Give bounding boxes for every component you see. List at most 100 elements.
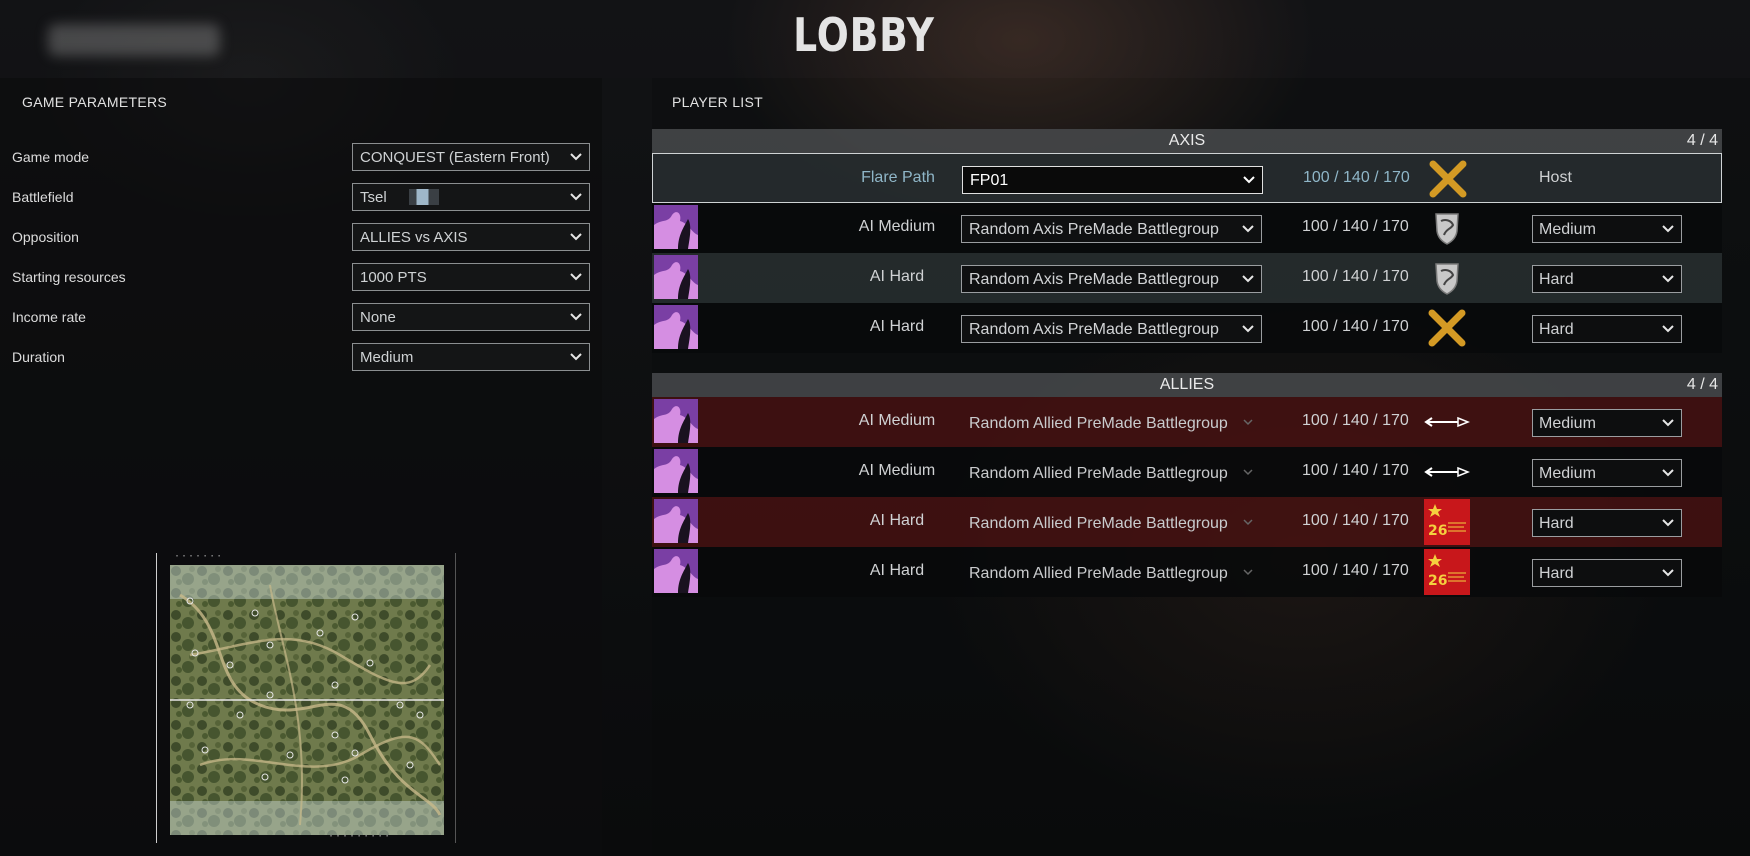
select-value: 1000 PTS <box>360 269 427 286</box>
resource-values: 100 / 140 / 170 <box>1302 268 1409 285</box>
select-value: Medium <box>1539 221 1596 238</box>
select-value: Random Axis PreMade Battlegroup <box>969 221 1219 238</box>
crossed-swords-icon <box>1428 309 1466 347</box>
select-value: Random Allied PreMade Battlegroup <box>969 465 1228 482</box>
game-mode-select[interactable]: CONQUEST (Eastern Front) <box>352 143 590 171</box>
battlegroup-select[interactable]: Random Allied PreMade Battlegroup <box>961 409 1262 437</box>
chevron-down-icon <box>1662 325 1674 333</box>
battlefield-map-image <box>170 565 444 835</box>
param-income-rate: Income rate None <box>0 303 602 333</box>
arrow-emblem-icon <box>1424 466 1470 478</box>
player-row[interactable]: AI Hard Random Axis PreMade Battlegroup … <box>652 303 1722 353</box>
difficulty-select[interactable]: Medium <box>1532 409 1682 437</box>
red-star-banner-icon: 26 <box>1424 499 1470 545</box>
battlegroup-select[interactable]: Random Axis PreMade Battlegroup <box>961 265 1262 293</box>
param-opposition: Opposition ALLIES vs AXIS <box>0 223 602 253</box>
avatar <box>654 499 698 543</box>
param-label: Starting resources <box>12 269 126 285</box>
resource-values: 100 / 140 / 170 <box>1303 169 1410 186</box>
host-label: Host <box>1539 169 1572 186</box>
chevron-down-icon <box>1662 569 1674 577</box>
difficulty-select[interactable]: Medium <box>1532 215 1682 243</box>
param-battlefield: Battlefield Tsel <box>0 183 602 213</box>
param-label: Income rate <box>12 309 86 325</box>
battlegroup-select[interactable]: FP01 <box>962 166 1263 194</box>
difficulty-select[interactable]: Medium <box>1532 459 1682 487</box>
difficulty-select[interactable]: Hard <box>1532 315 1682 343</box>
shield-emblem-icon <box>1435 213 1459 245</box>
param-label: Battlefield <box>12 189 74 205</box>
resource-values: 100 / 140 / 170 <box>1302 218 1409 235</box>
arrow-emblem-icon <box>1424 416 1470 428</box>
duration-select[interactable]: Medium <box>352 343 590 371</box>
select-value: Medium <box>1539 415 1596 432</box>
team-name: ALLIES <box>1159 376 1215 393</box>
chevron-down-icon <box>570 313 582 321</box>
difficulty-select[interactable]: Hard <box>1532 509 1682 537</box>
svg-text:26: 26 <box>1428 523 1447 539</box>
avatar <box>654 449 698 493</box>
battlegroup-select[interactable]: Random Axis PreMade Battlegroup <box>961 215 1262 243</box>
select-value: Hard <box>1539 321 1574 338</box>
player-row[interactable]: AI Medium Random Allied PreMade Battlegr… <box>652 397 1722 447</box>
chevron-down-icon <box>570 153 582 161</box>
avatar <box>654 549 698 593</box>
difficulty-select[interactable]: Hard <box>1532 265 1682 293</box>
select-value: CONQUEST (Eastern Front) <box>360 149 550 166</box>
income-rate-select[interactable]: None <box>352 303 590 331</box>
team-name: AXIS <box>1168 132 1206 149</box>
avatar <box>654 305 698 349</box>
select-value: FP01 <box>970 172 1009 189</box>
resource-values: 100 / 140 / 170 <box>1302 562 1409 579</box>
param-duration: Duration Medium <box>0 343 602 373</box>
map-frame-line <box>156 553 157 843</box>
player-row[interactable]: AI Medium Random Axis PreMade Battlegrou… <box>652 203 1722 253</box>
player-row[interactable]: Flare Path FP01 100 / 140 / 170 Host <box>652 153 1722 203</box>
param-label: Game mode <box>12 149 90 165</box>
team-header-axis: AXIS 4 / 4 <box>652 129 1722 153</box>
chevron-down-icon <box>1242 225 1254 233</box>
chevron-down-icon <box>570 193 582 201</box>
battlegroup-select[interactable]: Random Axis PreMade Battlegroup <box>961 315 1262 343</box>
battlegroup-select[interactable]: Random Allied PreMade Battlegroup <box>961 559 1262 587</box>
chevron-down-icon <box>1662 519 1674 527</box>
select-value: Random Allied PreMade Battlegroup <box>969 565 1228 582</box>
chevron-down-icon <box>1662 225 1674 233</box>
player-row[interactable]: AI Hard Random Axis PreMade Battlegroup … <box>652 253 1722 303</box>
select-value: Random Axis PreMade Battlegroup <box>969 271 1219 288</box>
map-coords-top: ······· <box>174 551 224 562</box>
avatar <box>654 399 698 443</box>
select-value: Random Axis PreMade Battlegroup <box>969 321 1219 338</box>
battlefield-name: Tsel <box>360 189 387 206</box>
param-game-mode: Game mode CONQUEST (Eastern Front) <box>0 143 602 173</box>
team-count: 4 / 4 <box>1686 132 1718 149</box>
select-value: Random Allied PreMade Battlegroup <box>969 415 1228 432</box>
select-value: Random Allied PreMade Battlegroup <box>969 515 1228 532</box>
game-parameters-title: GAME PARAMETERS <box>22 94 168 110</box>
chevron-down-icon <box>1243 569 1253 576</box>
player-row[interactable]: AI Medium Random Allied PreMade Battlegr… <box>652 447 1722 497</box>
player-row[interactable]: AI Hard Random Allied PreMade Battlegrou… <box>652 497 1722 547</box>
param-starting-resources: Starting resources 1000 PTS <box>0 263 602 293</box>
chevron-down-icon <box>1243 176 1255 184</box>
battlegroup-select[interactable]: Random Allied PreMade Battlegroup <box>961 509 1262 537</box>
starting-resources-select[interactable]: 1000 PTS <box>352 263 590 291</box>
chevron-down-icon <box>1662 275 1674 283</box>
page-title: LOBBY <box>793 8 935 62</box>
resource-values: 100 / 140 / 170 <box>1302 462 1409 479</box>
chevron-down-icon <box>1242 275 1254 283</box>
chevron-down-icon <box>1662 469 1674 477</box>
select-value: Hard <box>1539 565 1574 582</box>
opposition-select[interactable]: ALLIES vs AXIS <box>352 223 590 251</box>
map-frame-line <box>455 553 456 843</box>
resource-values: 100 / 140 / 170 <box>1302 512 1409 529</box>
battlegroup-select[interactable]: Random Allied PreMade Battlegroup <box>961 459 1262 487</box>
select-value: Medium <box>1539 465 1596 482</box>
chevron-down-icon <box>570 273 582 281</box>
param-label: Opposition <box>12 229 79 245</box>
difficulty-select[interactable]: Hard <box>1532 559 1682 587</box>
player-row[interactable]: AI Hard Random Allied PreMade Battlegrou… <box>652 547 1722 597</box>
battlefield-select[interactable]: Tsel <box>352 183 590 211</box>
chevron-down-icon <box>1243 519 1253 526</box>
chevron-down-icon <box>570 233 582 241</box>
